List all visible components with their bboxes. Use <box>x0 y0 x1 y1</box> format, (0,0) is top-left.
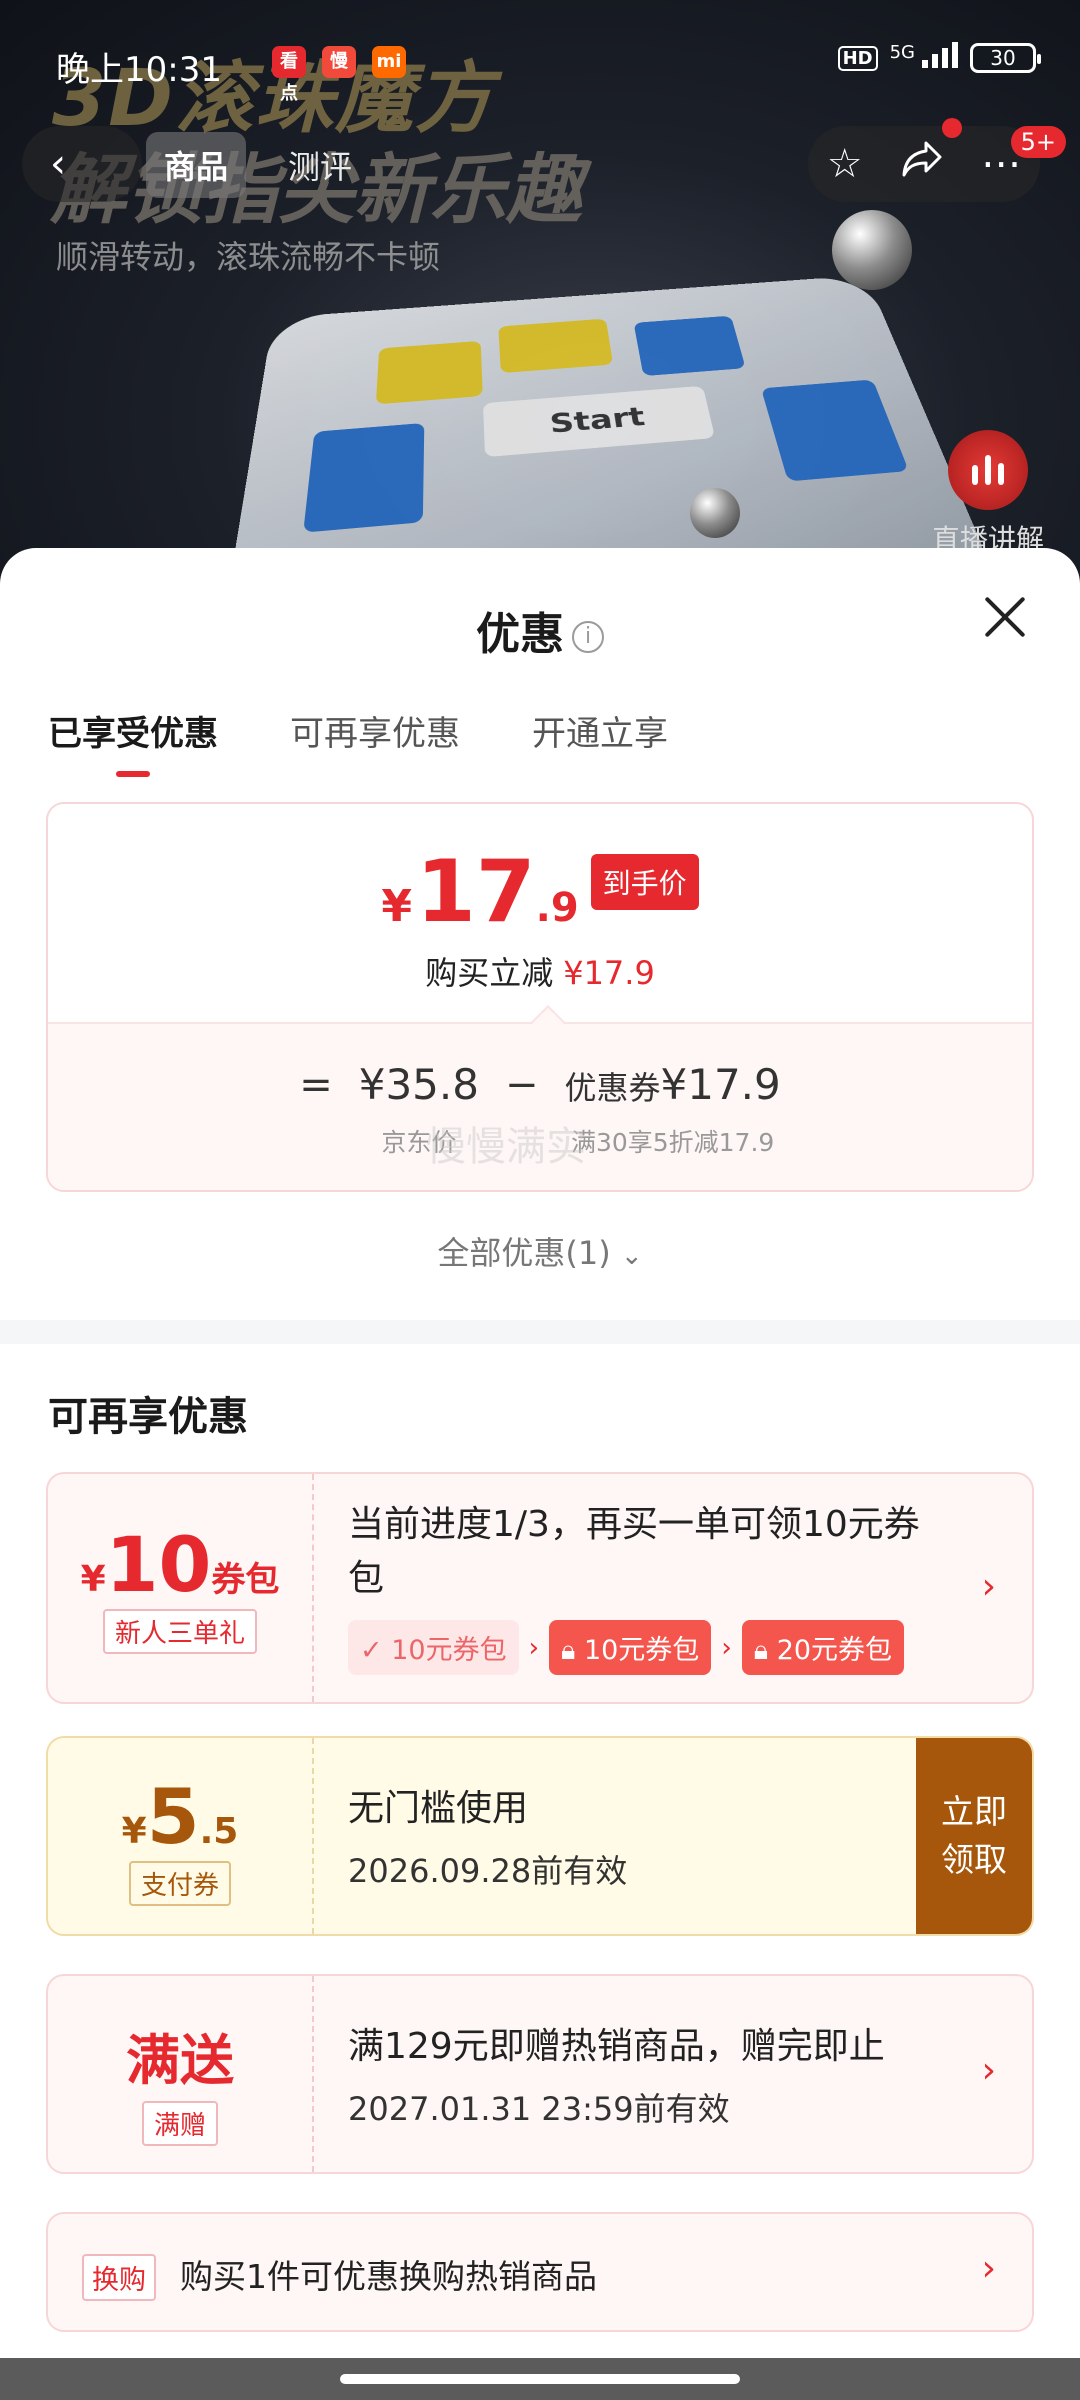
more-deals-title: 可再享优惠 <box>48 1394 248 1440</box>
final-price-tag: 到手价 <box>590 854 699 910</box>
progress-steps: ✓ 10元券包 › 🔒︎ 10元券包 › 🔒︎ 20元券包 <box>348 1620 952 1675</box>
final-price: ¥ 17 .9 到手价 <box>48 804 1032 942</box>
instant-discount-value: ¥17.9 <box>563 954 655 992</box>
coupon-prefix: 优惠券 <box>564 1069 661 1107</box>
sheet-title: 优惠 <box>476 609 564 660</box>
signal-icon: 5G <box>890 42 958 74</box>
message-badge: 5+ <box>1010 126 1066 158</box>
coupon-expiry: 2026.09.28前有效 <box>348 1852 628 1890</box>
progress-step: 🔒︎ 10元券包 <box>548 1620 712 1675</box>
payment-coupon-card: ¥5.5 支付券 无门槛使用 2026.09.28前有效 立即领取 <box>46 1736 1034 1936</box>
back-button[interactable]: ‹ <box>22 126 142 202</box>
sheet-title-row: 优惠 i <box>0 598 1080 662</box>
discount-tabs: 已享受优惠 可再享优惠 开通立享 <box>48 706 668 777</box>
all-deals-toggle[interactable]: 全部优惠(1) ⌄ <box>0 1228 1080 1274</box>
chevron-right-icon: › <box>981 2050 996 2091</box>
info-icon[interactable]: i <box>572 621 604 653</box>
discount-sheet: 优惠 i 已享受优惠 可再享优惠 开通立享 ¥ 17 .9 到手价 购买立减 ¥17… <box>0 548 1080 2358</box>
chevron-right-icon: › <box>981 2248 996 2289</box>
payment-coupon-badge: 支付券 <box>128 1861 231 1906</box>
coupon-rule: 满30享5折减17.9 <box>570 1128 775 1157</box>
gift-expiry: 2027.01.31 23:59前有效 <box>348 2090 730 2128</box>
steel-ball-image <box>832 210 912 290</box>
battery-icon: 30 <box>970 43 1041 73</box>
swap-purchase-card[interactable]: 换购 购买1件可优惠换购热销商品 › <box>46 2212 1034 2332</box>
status-time: 晚上10:31 <box>56 50 222 90</box>
chevron-down-icon: ⌄ <box>620 1241 643 1271</box>
watermark: 慢慢满实 <box>426 1124 586 1170</box>
check-icon: ✓ <box>360 1635 383 1666</box>
close-button[interactable] <box>982 594 1028 640</box>
cube-start-label: Start <box>483 385 716 458</box>
coupon-amount-area: ¥5.5 支付券 <box>48 1738 314 1934</box>
all-deals-label: 全部优惠(1) <box>437 1234 611 1272</box>
tab-open-enjoy[interactable]: 开通立享 <box>532 706 668 777</box>
top-actions: ☆ ⋯ <box>808 126 1040 202</box>
jd-price-value: ¥35.8 <box>358 1060 479 1109</box>
gift-promotion-card[interactable]: 满送 满赠 满129元即赠热销商品，赠完即止 2027.01.31 23:59前… <box>46 1974 1034 2174</box>
tab-enjoyed[interactable]: 已享受优惠 <box>48 706 218 777</box>
claim-now-button[interactable]: 立即领取 <box>916 1738 1032 1934</box>
share-icon[interactable] <box>900 139 944 189</box>
minus-sign: − <box>504 1062 539 1108</box>
lock-icon: 🔒︎ <box>560 1635 576 1666</box>
coupon-condition: 无门槛使用 <box>348 1788 529 1829</box>
hero-subtitle: 顺滑转动，滚珠流畅不卡顿 <box>56 238 441 276</box>
swap-text: 购买1件可优惠换购热销商品 <box>180 2257 597 2296</box>
coupon-amount: ¥5.5 <box>121 1772 239 1861</box>
live-icon <box>948 430 1028 510</box>
tab-review[interactable]: 测评 <box>270 132 370 198</box>
tab-product[interactable]: 商品 <box>146 132 247 198</box>
instant-discount: 购买立减 ¥17.9 <box>48 948 1032 994</box>
app-notification-icon: 慢 <box>322 46 356 78</box>
coupon-amount-area: ¥10券包 新人三单礼 <box>48 1474 314 1702</box>
app-notification-icon: mi <box>372 46 406 78</box>
coupon-amount: ¥10券包 <box>80 1520 280 1609</box>
currency-symbol: ¥ <box>381 881 412 932</box>
tab-more-available[interactable]: 可再享优惠 <box>290 706 460 777</box>
gift-condition: 满129元即赠热销商品，赠完即止 <box>348 2026 885 2067</box>
product-tabs: 商品 测评 <box>146 132 370 198</box>
progress-step: ✓ 10元券包 <box>348 1620 519 1675</box>
section-divider <box>0 1320 1080 1344</box>
claim-now-label: 立即领取 <box>941 1792 1007 1879</box>
instant-discount-label: 购买立减 <box>425 954 554 992</box>
coupon-value: ¥17.9 <box>660 1060 781 1109</box>
progress-step: 🔒︎ 20元券包 <box>741 1620 905 1675</box>
lock-icon: 🔒︎ <box>753 1635 769 1666</box>
gift-headline-area: 满送 满赠 <box>48 1976 314 2172</box>
hd-icon: HD <box>837 45 878 71</box>
swap-badge: 换购 <box>82 2254 156 2301</box>
price-integer: 17 <box>415 842 536 942</box>
chevron-right-icon: › <box>981 1566 996 1607</box>
home-indicator[interactable] <box>340 2374 740 2384</box>
new-user-badge: 新人三单礼 <box>102 1609 257 1654</box>
chevron-right-icon: › <box>528 1632 539 1663</box>
steel-ball-image <box>690 488 740 538</box>
chevron-left-icon: ‹ <box>50 141 66 187</box>
chevron-right-icon: › <box>721 1632 732 1663</box>
app-notification-icon: 看点 <box>272 46 306 104</box>
status-bar: 晚上10:31 看点 慢 mi HD 5G 30 <box>0 0 1080 120</box>
gift-badge: 满赠 <box>141 2101 218 2146</box>
gift-headline: 满送 <box>126 2029 234 2092</box>
notification-dot <box>942 118 962 138</box>
star-icon[interactable]: ☆ <box>827 141 863 187</box>
progress-text: 当前进度1/3，再买一单可领10元券包 <box>348 1504 920 1599</box>
equals-sign: = <box>299 1062 333 1108</box>
price-decimal: .9 <box>535 885 579 931</box>
coupon-pack-card[interactable]: ¥10券包 新人三单礼 当前进度1/3，再买一单可领10元券包 ✓ 10元券包 … <box>46 1472 1034 1704</box>
